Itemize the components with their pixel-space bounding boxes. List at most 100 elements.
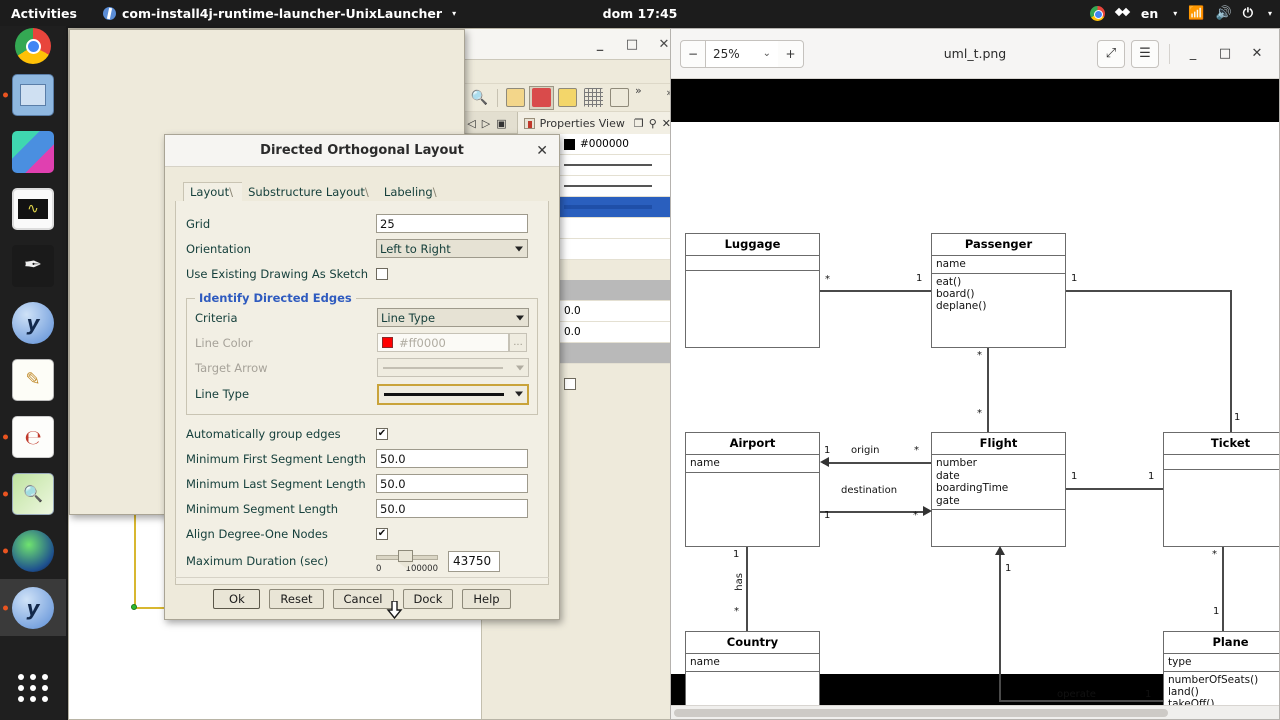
dock-item-wps[interactable] xyxy=(0,123,66,180)
fullscreen-icon[interactable]: ⤢ xyxy=(1097,39,1125,68)
pin-icon[interactable]: ⚲ xyxy=(649,117,657,130)
align-checkbox[interactable]: ✔ xyxy=(376,527,388,540)
tab-label: Substructure Layout xyxy=(248,185,365,199)
toolbar-separator xyxy=(497,88,498,107)
min-seg-input[interactable] xyxy=(376,499,528,518)
use-sketch-checkbox[interactable] xyxy=(376,267,388,280)
dock-item-inkscape[interactable]: ✒ xyxy=(0,237,66,294)
help-button[interactable]: Help xyxy=(462,589,511,609)
zoom-in-button[interactable]: + xyxy=(778,39,804,68)
checkbox[interactable] xyxy=(564,377,576,390)
property-value[interactable] xyxy=(560,155,677,176)
tab-prev-icon[interactable]: ◁ xyxy=(467,117,475,130)
orientation-select[interactable]: Left to Right xyxy=(376,239,528,258)
minimize-button[interactable]: _ xyxy=(593,37,607,52)
dock-item-system-monitor[interactable]: ∿ xyxy=(0,180,66,237)
dialog-close-button[interactable]: ✕ xyxy=(536,143,548,159)
class-attributes: name xyxy=(932,256,1065,274)
property-value[interactable] xyxy=(560,239,677,260)
dropbox-icon[interactable] xyxy=(1116,6,1130,20)
system-chevron-down-icon: ▾ xyxy=(1267,8,1272,18)
dock-item-yed-active[interactable]: y xyxy=(0,579,66,636)
dock-item-image-viewer[interactable]: 🔍 xyxy=(0,465,66,522)
auto-group-checkbox[interactable]: ✔ xyxy=(376,427,388,440)
property-value[interactable]: 0.0 xyxy=(560,322,677,343)
activities-button[interactable]: Activities xyxy=(11,6,77,21)
mult-flight-star-top: * xyxy=(977,350,982,361)
focused-app-menu[interactable]: com-install4j-runtime-launcher-UnixLaunc… xyxy=(102,6,456,21)
tab-list-icon[interactable]: ▣ xyxy=(496,117,506,130)
min-last-input[interactable] xyxy=(376,474,528,493)
tab-labeling[interactable]: Labeling\ xyxy=(378,183,446,201)
undock-icon[interactable]: ❐ xyxy=(634,117,644,130)
slider-knob[interactable] xyxy=(398,550,414,568)
duration-slider[interactable] xyxy=(376,548,438,568)
assoc-airport-country xyxy=(746,547,748,631)
tab-substructure-layout[interactable]: Substructure Layout\ xyxy=(242,183,378,201)
fit-node-to-label-icon[interactable] xyxy=(503,86,528,110)
grid-icon[interactable] xyxy=(581,86,606,110)
zoom-area-icon[interactable]: 🔍 xyxy=(467,86,492,110)
ok-button[interactable]: Ok xyxy=(213,589,261,609)
dock-item-globe-app[interactable] xyxy=(0,522,66,579)
maximize-button[interactable]: □ xyxy=(1212,40,1238,68)
orthogonal-layout-icon[interactable] xyxy=(555,86,580,110)
close-button[interactable]: ✕ xyxy=(1244,40,1270,68)
maximize-button[interactable]: □ xyxy=(625,37,639,52)
mult-ticket-plane-star: * xyxy=(1212,549,1217,560)
dock-item-document-viewer[interactable]: ℮ xyxy=(0,408,66,465)
viewer-header-bar: − 25% ⌄ + uml_t.png ⤢ ☰ _ □ ✕ xyxy=(671,29,1279,79)
show-applications-button[interactable] xyxy=(0,662,66,714)
hamburger-menu-icon[interactable]: ☰ xyxy=(1131,39,1159,68)
property-value[interactable]: #000000 xyxy=(560,134,677,155)
mult-flight-origin-star: * xyxy=(914,445,919,456)
property-value[interactable]: 0.0 xyxy=(560,301,677,322)
properties-view-tab[interactable]: Properties View ❐ ⚲ ✕ xyxy=(516,112,677,134)
field-max-duration: Maximum Duration (sec) 0 100000 43750 xyxy=(186,546,538,576)
dock-item-yed-a[interactable]: y xyxy=(0,294,66,351)
dock-item-chrome[interactable] xyxy=(0,26,66,66)
horizontal-scrollbar[interactable] xyxy=(671,705,1279,719)
duration-label: Maximum Duration (sec) xyxy=(186,554,329,568)
label-destination: destination xyxy=(841,485,898,496)
zoom-out-button[interactable]: − xyxy=(680,39,706,68)
scrollbar-thumb[interactable] xyxy=(674,708,1168,717)
reset-button[interactable]: Reset xyxy=(269,589,324,609)
power-icon[interactable]: ⏻ xyxy=(1243,6,1253,21)
auto-group-label: Automatically group edges xyxy=(186,426,341,441)
hierarchic-layout-icon[interactable] xyxy=(529,85,554,110)
cancel-button[interactable]: Cancel xyxy=(332,589,394,609)
dock-button[interactable]: Dock xyxy=(402,589,454,609)
property-value[interactable] xyxy=(560,176,677,197)
tab-layout[interactable]: Layout\ xyxy=(183,182,243,201)
criteria-select[interactable]: Line Type xyxy=(377,308,529,327)
minimize-button[interactable]: _ xyxy=(1180,40,1206,68)
toolbar-overflow-button[interactable]: » xyxy=(635,84,642,97)
dock-item-files[interactable] xyxy=(0,66,66,123)
line-type-select[interactable] xyxy=(377,383,529,405)
mult-airport-has-one: 1 xyxy=(733,549,740,560)
min-first-input[interactable] xyxy=(376,449,528,468)
clock[interactable]: dom 17:45 xyxy=(603,6,678,21)
volume-icon[interactable]: 🔊 xyxy=(1216,6,1232,21)
language-indicator[interactable]: en xyxy=(1141,6,1158,21)
image-canvas[interactable]: Luggage Passenger name eat() board() dep… xyxy=(671,79,1279,705)
canvas-edge-endpoint[interactable] xyxy=(131,604,137,610)
zoom-level-select[interactable]: 25% ⌄ xyxy=(706,39,778,68)
class-attributes xyxy=(686,256,819,271)
tab-next-icon[interactable]: ▷ xyxy=(482,117,490,130)
property-value[interactable] xyxy=(560,373,677,394)
grid-input[interactable] xyxy=(376,214,528,233)
dock-item-text-editor[interactable]: ✎ xyxy=(0,351,66,408)
snap-icon[interactable] xyxy=(607,86,632,110)
apps-grid-icon xyxy=(17,674,49,702)
dialog-title-bar[interactable]: Directed Orthogonal Layout ✕ xyxy=(165,135,559,167)
close-button[interactable]: ✕ xyxy=(657,37,671,52)
wifi-icon[interactable]: 📶 xyxy=(1188,6,1204,21)
field-orientation: Orientation Left to Right xyxy=(186,236,538,261)
property-value[interactable] xyxy=(560,197,677,218)
duration-value-input[interactable]: 43750 xyxy=(448,550,500,572)
chrome-icon[interactable] xyxy=(1089,5,1105,21)
uml-class-luggage: Luggage xyxy=(685,233,820,348)
property-value[interactable] xyxy=(560,218,677,239)
